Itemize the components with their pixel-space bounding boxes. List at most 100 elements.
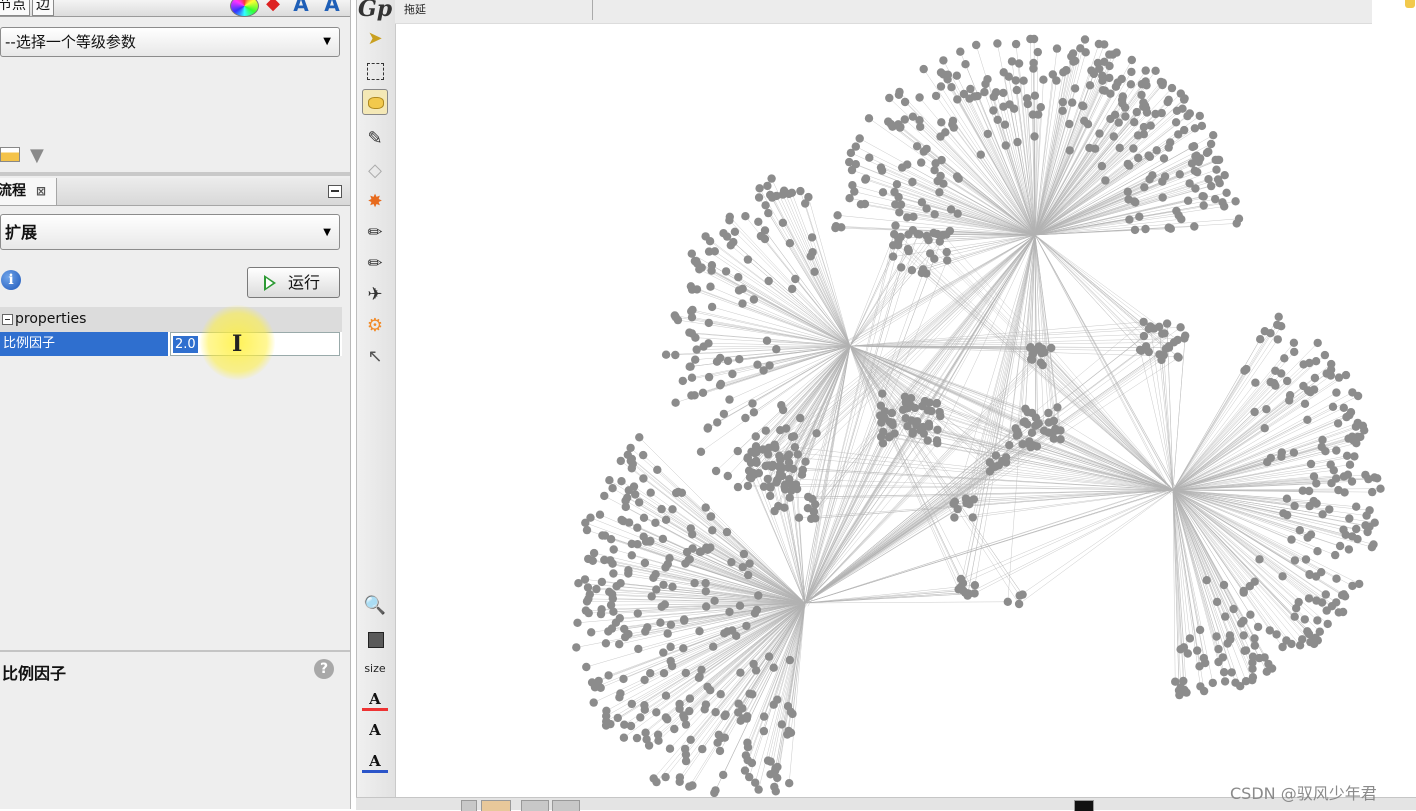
graph-node[interactable] — [1160, 329, 1168, 337]
graph-node[interactable] — [1335, 608, 1343, 616]
graph-node[interactable] — [652, 778, 660, 786]
graph-node[interactable] — [702, 587, 710, 595]
graph-node[interactable] — [1193, 646, 1201, 654]
graph-node[interactable] — [658, 603, 666, 611]
graph-node[interactable] — [925, 423, 933, 431]
graph-node[interactable] — [636, 713, 644, 721]
graph-node[interactable] — [1134, 154, 1142, 162]
graph-node[interactable] — [1363, 528, 1371, 536]
graph-node[interactable] — [1139, 318, 1147, 326]
graph-node[interactable] — [583, 526, 591, 534]
graph-node[interactable] — [796, 414, 804, 422]
graph-node[interactable] — [1002, 458, 1010, 466]
graph-node[interactable] — [775, 452, 783, 460]
graph-node[interactable] — [943, 256, 951, 264]
graph-node[interactable] — [574, 579, 582, 587]
graph-node[interactable] — [1176, 323, 1184, 331]
graph-node[interactable] — [1207, 140, 1215, 148]
graph-node[interactable] — [736, 602, 744, 610]
graph-node[interactable] — [878, 166, 886, 174]
graph-node[interactable] — [727, 558, 735, 566]
graph-node[interactable] — [651, 519, 659, 527]
graph-node[interactable] — [1037, 359, 1045, 367]
graph-node[interactable] — [784, 464, 792, 472]
graph-node[interactable] — [582, 663, 590, 671]
graph-node[interactable] — [1140, 332, 1148, 340]
graph-node[interactable] — [1211, 195, 1219, 203]
graph-node[interactable] — [597, 684, 605, 692]
graph-node[interactable] — [775, 472, 783, 480]
graph-node[interactable] — [1045, 418, 1053, 426]
graph-node[interactable] — [1321, 351, 1329, 359]
graph-node[interactable] — [1099, 86, 1107, 94]
graph-node[interactable] — [924, 236, 932, 244]
graph-node[interactable] — [1214, 658, 1222, 666]
graph-node[interactable] — [893, 180, 901, 188]
graph-node[interactable] — [614, 714, 622, 722]
graph-node[interactable] — [936, 132, 944, 140]
graph-node[interactable] — [617, 477, 625, 485]
graph-node[interactable] — [628, 540, 636, 548]
graph-node[interactable] — [937, 82, 945, 90]
graph-node[interactable] — [609, 608, 617, 616]
graph-node[interactable] — [764, 475, 772, 483]
graph-node[interactable] — [1271, 367, 1279, 375]
graph-node[interactable] — [619, 675, 627, 683]
graph-node[interactable] — [1005, 100, 1013, 108]
graph-node[interactable] — [1037, 103, 1045, 111]
graph-node[interactable] — [736, 669, 744, 677]
graph-node[interactable] — [654, 731, 662, 739]
graph-node[interactable] — [1311, 634, 1319, 642]
graph-node[interactable] — [711, 708, 719, 716]
graph-node[interactable] — [1329, 403, 1337, 411]
graph-node[interactable] — [999, 89, 1007, 97]
graph-node[interactable] — [1068, 98, 1076, 106]
graph-node[interactable] — [754, 591, 762, 599]
graph-node[interactable] — [888, 123, 896, 131]
graph-node[interactable] — [1220, 581, 1228, 589]
graph-node[interactable] — [742, 622, 750, 630]
graph-node[interactable] — [1228, 668, 1236, 676]
graph-node[interactable] — [584, 583, 592, 591]
graph-node[interactable] — [1200, 687, 1208, 695]
size-label[interactable]: size — [357, 662, 393, 675]
graph-node[interactable] — [1223, 639, 1231, 647]
graph-node[interactable] — [1111, 111, 1119, 119]
graph-node[interactable] — [1353, 535, 1361, 543]
graph-node[interactable] — [766, 492, 774, 500]
graph-node[interactable] — [750, 408, 758, 416]
graph-node[interactable] — [915, 93, 923, 101]
graph-node[interactable] — [656, 619, 664, 627]
graph-svg[interactable] — [395, 23, 1416, 797]
graph-node[interactable] — [672, 313, 680, 321]
graph-node[interactable] — [919, 265, 927, 273]
graph-node[interactable] — [1204, 175, 1212, 183]
graph-node[interactable] — [1278, 643, 1286, 651]
graph-node[interactable] — [628, 551, 636, 559]
graph-node[interactable] — [986, 467, 994, 475]
graph-node[interactable] — [1193, 168, 1201, 176]
graph-node[interactable] — [1296, 526, 1304, 534]
graph-node[interactable] — [1130, 118, 1138, 126]
graph-node[interactable] — [1221, 612, 1229, 620]
graph-node[interactable] — [865, 114, 873, 122]
graph-node[interactable] — [909, 430, 917, 438]
graph-node[interactable] — [917, 158, 925, 166]
graph-node[interactable] — [1305, 487, 1313, 495]
graph-node[interactable] — [688, 544, 696, 552]
graph-node[interactable] — [737, 717, 745, 725]
graph-node[interactable] — [1283, 495, 1291, 503]
graph-node[interactable] — [687, 736, 695, 744]
graph-node[interactable] — [1261, 424, 1269, 432]
graph-node[interactable] — [755, 193, 763, 201]
bottom-tool-item[interactable] — [481, 800, 511, 811]
graph-node[interactable] — [1002, 141, 1010, 149]
graph-node[interactable] — [1345, 545, 1353, 553]
graph-node[interactable] — [1324, 620, 1332, 628]
graph-node[interactable] — [1035, 419, 1043, 427]
graph-node[interactable] — [1212, 156, 1220, 164]
graph-node[interactable] — [1220, 668, 1228, 676]
graph-node[interactable] — [701, 579, 709, 587]
graph-node[interactable] — [1066, 146, 1074, 154]
graph-node[interactable] — [1145, 175, 1153, 183]
